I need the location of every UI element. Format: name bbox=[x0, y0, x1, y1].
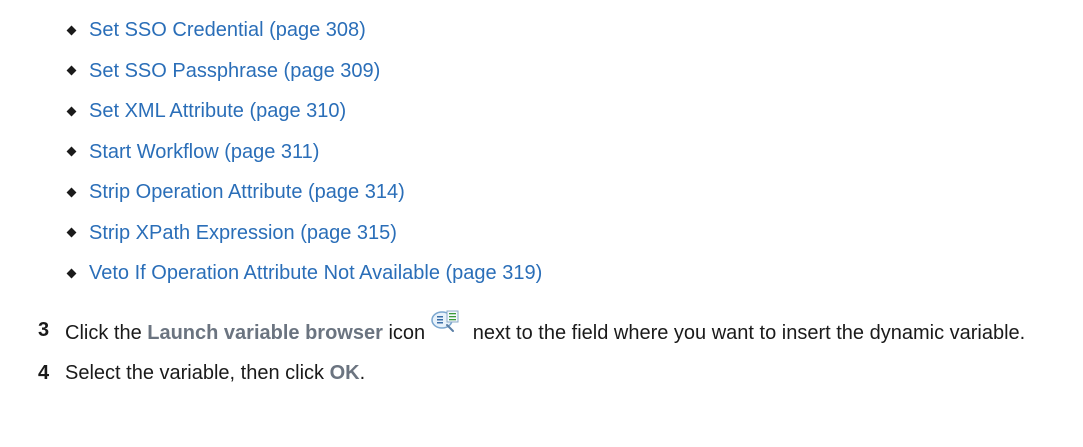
bullet-diamond-icon bbox=[66, 146, 77, 157]
step-text: Click the bbox=[65, 322, 148, 344]
bullet-diamond-icon bbox=[66, 106, 77, 117]
step-number: 3 bbox=[38, 319, 50, 341]
step-3: 3 Click the Launch variable browser icon… bbox=[38, 310, 1068, 347]
step-text: next to the field where you want to inse… bbox=[467, 322, 1026, 344]
list-item: Set SSO Credential (page 308) bbox=[66, 10, 542, 51]
step-text: Select the variable, then click bbox=[65, 362, 330, 384]
list-item: Strip XPath Expression (page 315) bbox=[66, 213, 542, 254]
bullet-diamond-icon bbox=[66, 227, 77, 238]
list-item: Set XML Attribute (page 310) bbox=[66, 91, 542, 132]
link-set-sso-passphrase[interactable]: Set SSO Passphrase (page 309) bbox=[89, 51, 380, 92]
link-veto-if-operation-attribute[interactable]: Veto If Operation Attribute Not Availabl… bbox=[89, 253, 542, 294]
ui-term-ok: OK bbox=[329, 362, 360, 384]
variable-browser-icon bbox=[431, 309, 461, 333]
step-text: . bbox=[359, 362, 366, 384]
link-set-sso-credential[interactable]: Set SSO Credential (page 308) bbox=[89, 10, 366, 51]
list-item: Veto If Operation Attribute Not Availabl… bbox=[66, 253, 542, 294]
step-text: icon bbox=[382, 322, 426, 344]
step-4: 4 Select the variable, then click OK. bbox=[38, 360, 1068, 387]
list-item: Start Workflow (page 311) bbox=[66, 132, 542, 173]
link-start-workflow[interactable]: Start Workflow (page 311) bbox=[89, 132, 319, 173]
list-item: Strip Operation Attribute (page 314) bbox=[66, 172, 542, 213]
bullet-diamond-icon bbox=[66, 187, 77, 198]
bullet-diamond-icon bbox=[66, 65, 77, 76]
bullet-diamond-icon bbox=[66, 25, 77, 36]
list-item: Set SSO Passphrase (page 309) bbox=[66, 51, 542, 92]
action-link-list: Set SSO Credential (page 308) Set SSO Pa… bbox=[66, 10, 542, 294]
procedure-steps: 3 Click the Launch variable browser icon… bbox=[38, 310, 1068, 387]
step-number: 4 bbox=[38, 362, 50, 384]
link-strip-operation-attribute[interactable]: Strip Operation Attribute (page 314) bbox=[89, 172, 405, 213]
document-page: Set SSO Credential (page 308) Set SSO Pa… bbox=[0, 0, 1083, 447]
bullet-diamond-icon bbox=[66, 268, 77, 279]
link-set-xml-attribute[interactable]: Set XML Attribute (page 310) bbox=[89, 91, 346, 132]
ui-term-launch-variable-browser: Launch variable browser bbox=[147, 322, 383, 344]
link-strip-xpath-expression[interactable]: Strip XPath Expression (page 315) bbox=[89, 213, 397, 254]
